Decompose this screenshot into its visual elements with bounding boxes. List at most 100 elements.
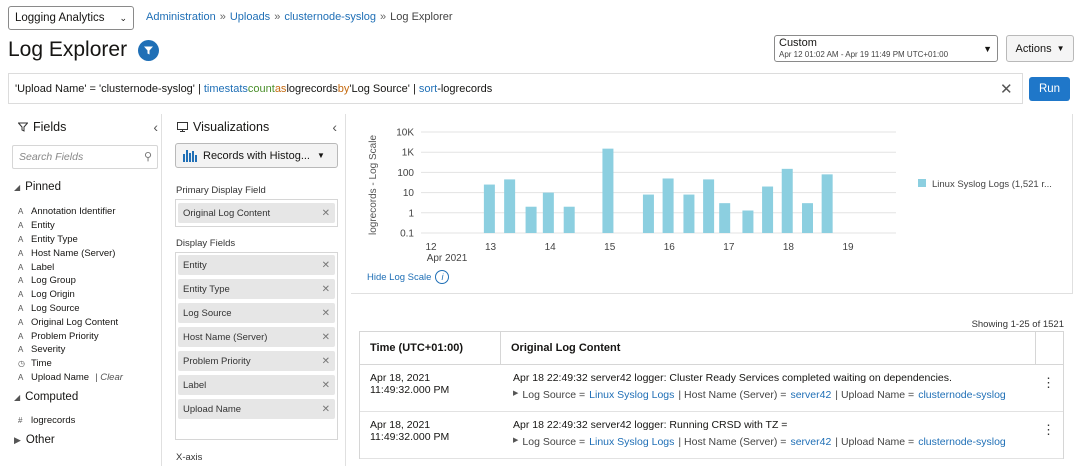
field-label: Host Name (Server): [31, 247, 116, 259]
chip-label: Entity Type: [183, 283, 230, 295]
fields-title: Fields: [33, 120, 67, 134]
row-date: Apr 18, 2021: [370, 372, 431, 384]
field-item[interactable]: A Upload Name | Clear: [18, 371, 123, 385]
other-group-header[interactable]: ▶ Other: [14, 434, 55, 446]
chip-label: Problem Priority: [183, 355, 251, 367]
expand-triangle-icon[interactable]: ▶: [513, 436, 518, 448]
clock-type-icon: ◷: [18, 359, 25, 369]
field-item[interactable]: ◷ Time: [18, 357, 123, 371]
app-select-value: Logging Analytics: [15, 12, 105, 24]
table-row[interactable]: Apr 18, 2021 11:49:32.000 PM Apr 18 22:4…: [360, 412, 1063, 459]
query-editor[interactable]: 'Upload Name' = 'clusternode-syslog' | t…: [8, 73, 1023, 104]
log-source-link[interactable]: Linux Syslog Logs: [589, 436, 674, 448]
field-item[interactable]: A Annotation Identifier: [18, 205, 123, 219]
filter-icon[interactable]: [138, 40, 159, 61]
query-text: -logrecords: [437, 82, 493, 95]
more-options-icon[interactable]: ⋮: [1042, 375, 1055, 391]
remove-icon[interactable]: ✕: [322, 308, 330, 319]
app-select[interactable]: Logging Analytics ⌄: [8, 6, 134, 30]
breadcrumb-current: Log Explorer: [390, 11, 453, 23]
field-chip[interactable]: Entity ✕: [178, 255, 335, 275]
breadcrumb-administration[interactable]: Administration: [146, 11, 216, 23]
clear-link[interactable]: | Clear: [95, 372, 123, 383]
y-tick-label: 0.1: [400, 229, 414, 240]
field-label: Log Origin: [31, 289, 75, 301]
x-tick-label: 18: [783, 242, 795, 253]
chart-panel-icon: [177, 122, 188, 132]
field-label: Annotation Identifier: [31, 206, 116, 218]
remove-icon[interactable]: ✕: [322, 208, 330, 219]
legend-label[interactable]: Linux Syslog Logs (1,521 r...: [932, 179, 1052, 190]
meta-label: Log Source =: [522, 436, 586, 448]
computed-group-header[interactable]: ◢ Computed: [14, 391, 78, 403]
column-header-time[interactable]: Time (UTC+01:00): [360, 332, 501, 364]
field-item[interactable]: # logrecords: [18, 414, 75, 428]
breadcrumb-uploads[interactable]: Uploads: [230, 11, 270, 23]
host-link[interactable]: server42: [790, 436, 831, 448]
row-time-cell: Apr 18, 2021 11:49:32.000 PM: [360, 412, 501, 458]
field-chip[interactable]: Label ✕: [178, 375, 335, 395]
remove-icon[interactable]: ✕: [322, 356, 330, 367]
field-item[interactable]: A Log Group: [18, 274, 123, 288]
visualization-select[interactable]: Records with Histog... ▼: [175, 143, 338, 168]
collapse-left-icon[interactable]: ‹: [153, 119, 158, 135]
run-button[interactable]: Run: [1029, 77, 1070, 101]
field-item[interactable]: A Problem Priority: [18, 329, 123, 343]
host-link[interactable]: server42: [790, 389, 831, 401]
histogram-bar: [642, 194, 654, 233]
log-source-link[interactable]: Linux Syslog Logs: [589, 389, 674, 401]
time-range-picker[interactable]: Custom Apr 12 01:02 AM - Apr 19 11:49 PM…: [774, 35, 998, 62]
row-time: 11:49:32.000 PM: [370, 431, 450, 443]
row-meta: ▶ Log Source = Linux Syslog Logs | Host …: [513, 436, 1036, 448]
field-item[interactable]: A Host Name (Server): [18, 246, 123, 260]
field-chip[interactable]: Original Log Content ✕: [178, 203, 335, 223]
remove-icon[interactable]: ✕: [322, 260, 330, 271]
field-chip[interactable]: Entity Type ✕: [178, 279, 335, 299]
row-message: Apr 18 22:49:32 server42 logger: Running…: [513, 419, 788, 431]
table-row[interactable]: Apr 18, 2021 11:49:32.000 PM Apr 18 22:4…: [360, 365, 1063, 412]
info-icon[interactable]: i: [435, 270, 450, 284]
query-text: 'Log Source' |: [349, 82, 419, 95]
column-header-content[interactable]: Original Log Content: [501, 332, 1036, 364]
field-item[interactable]: A Entity: [18, 219, 123, 233]
field-item[interactable]: A Entity Type: [18, 233, 123, 247]
clear-query-icon[interactable]: ✕: [1000, 80, 1013, 98]
search-fields-input[interactable]: Search Fields ⚲: [12, 145, 158, 169]
field-item[interactable]: A Log Source: [18, 302, 123, 316]
field-item[interactable]: A Label: [18, 260, 123, 274]
histogram-bar: [483, 184, 495, 233]
chip-label: Entity: [183, 259, 207, 271]
actions-button[interactable]: Actions ▼: [1006, 35, 1074, 62]
x-tick-label: 13: [485, 242, 497, 253]
meta-label: | Host Name (Server) =: [678, 389, 787, 401]
upload-link[interactable]: clusternode-syslog: [918, 436, 1006, 448]
query-function-count: count: [247, 82, 275, 95]
field-item[interactable]: A Original Log Content: [18, 315, 123, 329]
field-chip[interactable]: Log Source ✕: [178, 303, 335, 323]
pinned-group-header[interactable]: ◢ Pinned: [14, 181, 61, 193]
remove-icon[interactable]: ✕: [322, 404, 330, 415]
remove-icon[interactable]: ✕: [322, 284, 330, 295]
expand-triangle-icon[interactable]: ▶: [513, 389, 518, 401]
page-title: Log Explorer: [8, 38, 128, 61]
time-range-value: Apr 12 01:02 AM - Apr 19 11:49 PM UTC+01…: [779, 50, 949, 59]
remove-icon[interactable]: ✕: [322, 380, 330, 391]
collapse-left-icon[interactable]: ‹: [332, 119, 337, 135]
hide-log-scale-link[interactable]: Hide Log Scale i: [367, 270, 450, 284]
upload-link[interactable]: clusternode-syslog: [918, 389, 1006, 401]
field-chip[interactable]: Problem Priority ✕: [178, 351, 335, 371]
histogram-bar: [719, 203, 731, 233]
field-chip[interactable]: Upload Name ✕: [178, 399, 335, 419]
field-item[interactable]: A Severity: [18, 343, 123, 357]
field-chip[interactable]: Host Name (Server) ✕: [178, 327, 335, 347]
caret-down-icon: ▼: [316, 151, 325, 160]
breadcrumb-upload-name[interactable]: clusternode-syslog: [284, 11, 376, 23]
text-type-icon: A: [18, 207, 24, 217]
field-item[interactable]: A Log Origin: [18, 288, 123, 302]
row-content-cell: Apr 18 22:49:32 server42 logger: Running…: [501, 412, 1036, 458]
expanded-triangle-icon: ◢: [14, 182, 21, 192]
remove-icon[interactable]: ✕: [322, 332, 330, 343]
other-label: Other: [25, 434, 55, 446]
field-label: Log Source: [31, 302, 80, 314]
more-options-icon[interactable]: ⋮: [1042, 422, 1055, 438]
